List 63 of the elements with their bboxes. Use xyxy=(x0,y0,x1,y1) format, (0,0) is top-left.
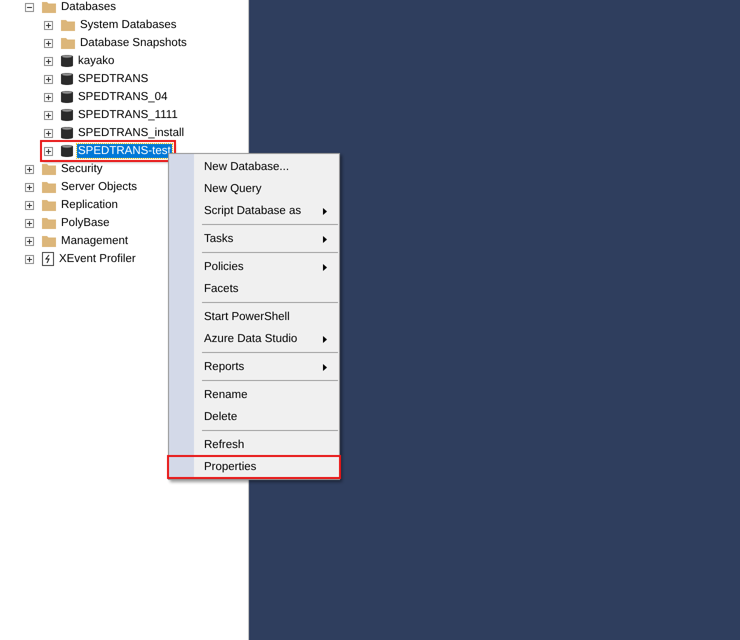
menu-item[interactable]: Reports xyxy=(169,356,339,378)
tree-item[interactable]: kayako xyxy=(77,54,116,68)
menu-item[interactable]: Policies xyxy=(169,256,339,278)
tree-item[interactable]: Databases xyxy=(60,0,117,14)
database-icon xyxy=(61,90,73,104)
tree-item[interactable]: SPEDTRANS_04 xyxy=(77,90,168,104)
event-profiler-icon xyxy=(42,252,54,266)
expand-icon[interactable] xyxy=(25,164,34,174)
menu-item[interactable]: Start PowerShell xyxy=(169,306,339,328)
menu-item[interactable]: Delete xyxy=(169,406,339,428)
tree-item[interactable]: PolyBase xyxy=(60,216,111,230)
folder-icon xyxy=(42,217,56,229)
database-icon xyxy=(61,126,73,140)
menu-item[interactable]: Script Database as xyxy=(169,200,339,222)
folder-icon xyxy=(42,163,56,175)
folder-icon xyxy=(42,199,56,211)
tree-item[interactable]: Replication xyxy=(60,198,119,212)
tree-item[interactable]: XEvent Profiler xyxy=(58,252,137,266)
menu-item[interactable]: Properties xyxy=(168,456,340,478)
submenu-arrow-icon xyxy=(323,336,327,342)
database-icon xyxy=(61,108,73,122)
collapse-icon[interactable] xyxy=(25,2,34,12)
menu-item[interactable]: Rename xyxy=(169,384,339,406)
expand-icon[interactable] xyxy=(25,182,34,192)
database-icon xyxy=(61,54,73,68)
tree-item[interactable]: System Databases xyxy=(79,18,178,32)
expand-icon[interactable] xyxy=(25,254,34,264)
expand-icon[interactable] xyxy=(44,128,53,138)
expand-icon[interactable] xyxy=(25,218,34,228)
expand-icon[interactable] xyxy=(44,20,53,30)
expand-icon[interactable] xyxy=(44,56,53,66)
tree-item[interactable]: Server Objects xyxy=(60,180,138,194)
submenu-arrow-icon xyxy=(323,264,327,270)
menu-item[interactable]: Refresh xyxy=(169,434,339,456)
expand-icon[interactable] xyxy=(44,146,53,156)
tree-item[interactable]: SPEDTRANS_1111 xyxy=(77,108,179,122)
tree-item[interactable]: SPEDTRANS-test xyxy=(77,144,172,158)
expand-icon[interactable] xyxy=(25,236,34,246)
submenu-arrow-icon xyxy=(323,208,327,214)
menu-item[interactable]: Facets xyxy=(169,278,339,300)
tree-item[interactable]: SPEDTRANS_install xyxy=(77,126,186,140)
submenu-arrow-icon xyxy=(323,236,327,242)
tree-item[interactable]: Security xyxy=(60,162,104,176)
expand-icon[interactable] xyxy=(44,92,53,102)
expand-icon[interactable] xyxy=(25,200,34,210)
tree-item[interactable]: Management xyxy=(60,234,130,248)
submenu-arrow-icon xyxy=(323,364,327,370)
menu-item[interactable]: Tasks xyxy=(169,228,339,250)
menu-item[interactable]: New Database... xyxy=(169,156,339,178)
database-icon xyxy=(61,72,73,86)
expand-icon[interactable] xyxy=(44,38,53,48)
tree-item[interactable]: SPEDTRANS xyxy=(77,72,150,86)
folder-icon xyxy=(61,19,75,31)
folder-icon xyxy=(42,1,56,13)
database-icon xyxy=(61,144,73,158)
menu-item[interactable]: New Query xyxy=(169,178,339,200)
folder-icon xyxy=(42,181,56,193)
expand-icon[interactable] xyxy=(44,74,53,84)
expand-icon[interactable] xyxy=(44,110,53,120)
folder-icon xyxy=(61,37,75,49)
menu-item[interactable]: Azure Data Studio xyxy=(169,328,339,350)
tree-item[interactable]: Database Snapshots xyxy=(79,36,188,50)
folder-icon xyxy=(42,235,56,247)
